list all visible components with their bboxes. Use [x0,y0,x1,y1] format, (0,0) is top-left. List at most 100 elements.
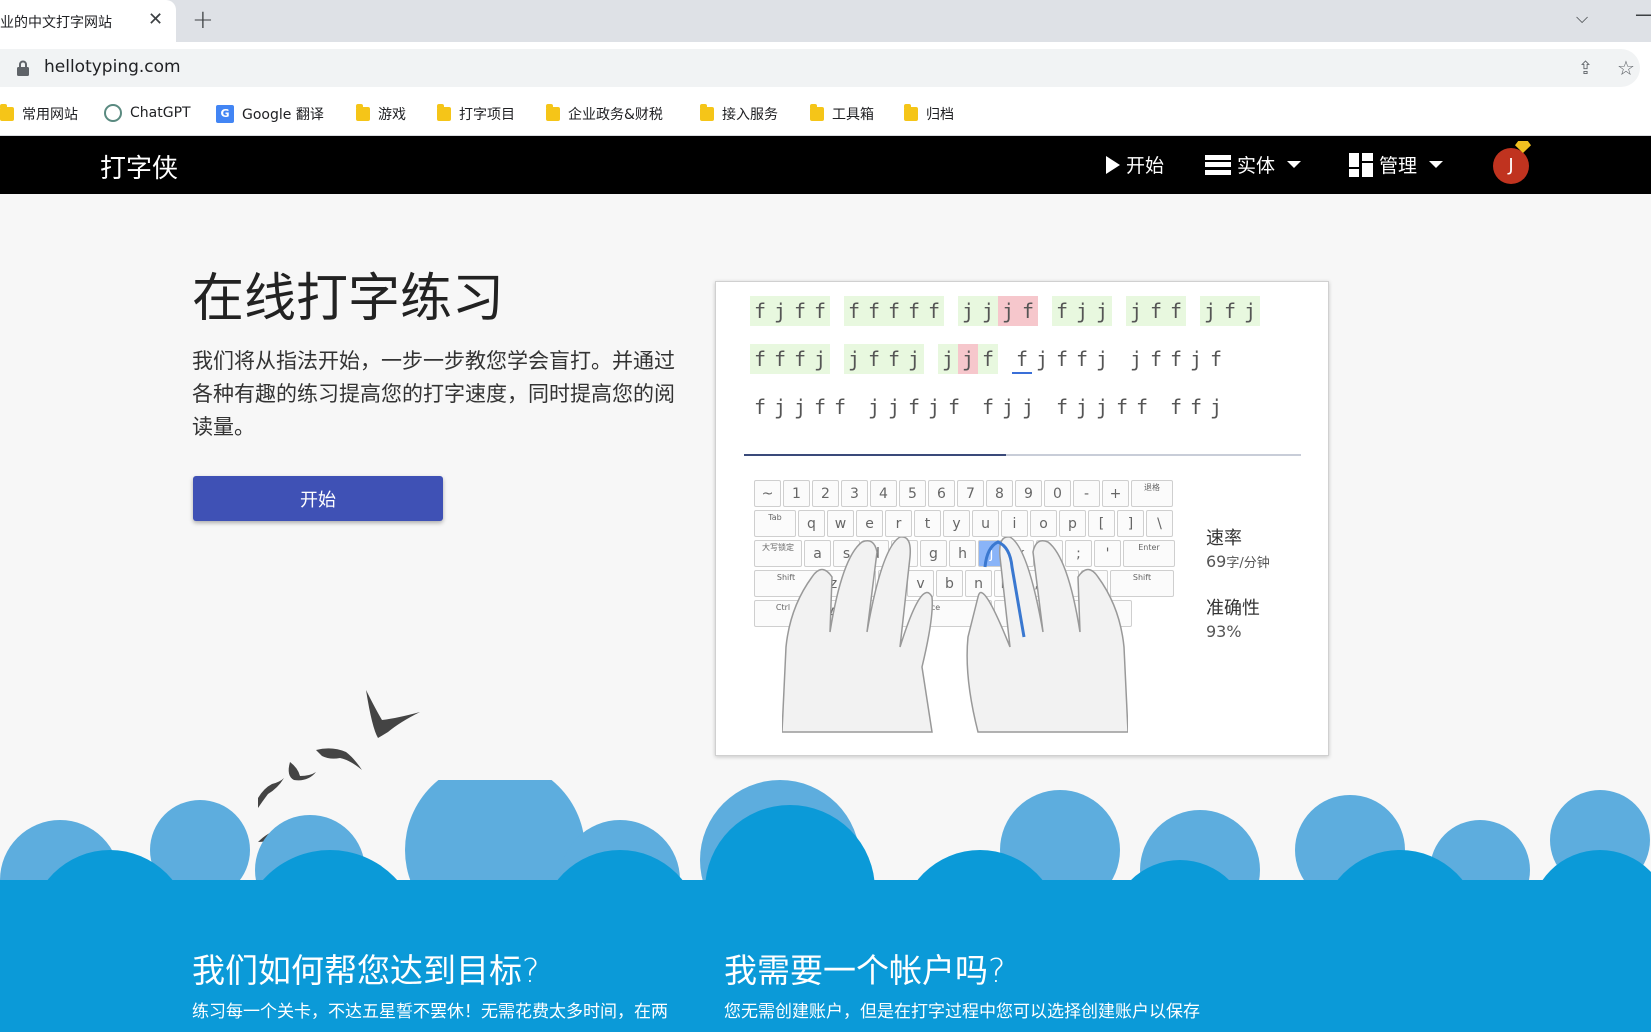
nav-entity-menu[interactable]: 实体 [1205,151,1302,178]
practice-char: j [1092,296,1112,326]
practice-word: fjff [750,296,830,326]
bookmark-star-icon[interactable]: ☆ [1617,56,1635,80]
folder-icon [700,104,714,121]
practice-char: j [1001,395,1015,419]
practice-char: j [904,344,924,374]
bookmark-item[interactable]: 游戏 [356,104,406,124]
practice-space [1038,392,1052,422]
practice-char: j [887,395,901,419]
folder-icon [0,104,14,121]
omnibox[interactable]: hellotyping.com ⇪ ☆ [0,49,1640,87]
bookmark-item[interactable]: 打字项目 [437,104,515,124]
practice-char: f [810,296,830,326]
bookmark-item[interactable]: 工具箱 [810,104,874,124]
nav-start-label: 开始 [1126,155,1165,177]
practice-char: f [844,296,864,326]
start-button[interactable]: 开始 [193,476,443,521]
bookmark-item[interactable]: 归档 [904,104,954,124]
user-avatar[interactable]: J [1493,148,1529,184]
practice-char: j [1200,296,1220,326]
practice-char: j [1129,347,1143,371]
account-heading: 我需要一个帐户吗? [724,951,1006,990]
practice-word: jffjf [1126,344,1226,374]
bookmark-item[interactable]: 常用网站 [0,104,78,124]
keyboard-key: Tab [754,510,796,537]
speed-value: 69字/分钟 [1206,552,1270,571]
server-icon [1205,154,1231,175]
practice-char: j [773,395,787,419]
practice-line: fjjffjjfjffjjfjjffffj [750,392,1226,422]
keyboard-key: p [1059,510,1086,537]
lock-icon[interactable] [16,60,30,76]
practice-char: j [978,296,998,326]
practice-char: f [1055,395,1069,419]
practice-word: fjj [1052,296,1112,326]
minimize-icon[interactable]: — [1635,2,1651,26]
bookmark-item[interactable]: G Google 翻译 [216,104,324,124]
bookmark-item[interactable]: ChatGPT [104,104,191,122]
site-logo[interactable]: 打字侠 [100,148,178,185]
speed-unit: 字/分钟 [1226,556,1270,571]
keyboard-key: r [885,510,912,537]
practice-char: j [1075,395,1089,419]
practice-space [964,392,978,422]
bookmark-label: Google 翻译 [242,107,324,123]
keyboard-key: u [972,510,999,537]
folder-icon [810,104,824,121]
close-tab-icon[interactable]: ✕ [148,9,163,30]
nav-manage-menu[interactable]: 管理 [1349,151,1444,178]
url-text[interactable]: hellotyping.com [44,57,181,77]
practice-char: f [813,395,827,419]
practice-char: f [1209,347,1223,371]
accuracy-value: 93% [1206,622,1242,641]
folder-icon [437,104,451,121]
practice-char: f [770,344,790,374]
keyboard-key: ] [1117,510,1144,537]
practice-char: j [998,296,1018,326]
practice-char: j [927,395,941,419]
practice-char: f [1146,296,1166,326]
practice-char: f [1052,296,1072,326]
bookmark-label: 接入服务 [722,107,778,123]
goal-heading: 我们如何帮您达到目标? [192,951,540,990]
practice-char: j [958,296,978,326]
practice-word: fffff [844,296,944,326]
practice-char: j [1095,347,1109,371]
practice-char: f [1055,347,1069,371]
play-icon [1106,155,1120,174]
hands-illustration [782,537,1128,733]
practice-char: f [1075,347,1089,371]
keyboard-key: i [1001,510,1028,537]
speed-number: 69 [1206,552,1227,571]
practice-char: j [958,344,978,374]
bookmark-label: ChatGPT [130,105,191,121]
practice-char: f [1012,344,1032,374]
practice-char: j [867,395,881,419]
bookmark-item[interactable]: 接入服务 [700,104,778,124]
keyboard-key: o [1030,510,1057,537]
keyboard-key: 7 [957,480,984,507]
keyboard-key: 2 [812,480,839,507]
new-tab-icon[interactable]: + [192,5,214,35]
practice-char: j [793,395,807,419]
tab-title: 业的中文打字网站 [0,15,112,31]
practice-char: f [864,296,884,326]
practice-char: f [1169,347,1183,371]
practice-char: f [753,395,767,419]
keyboard-key: [ [1088,510,1115,537]
practice-word: jjfjf [864,392,964,422]
bookmark-item[interactable]: 企业政务&财税 [546,104,663,124]
practice-char: f [924,296,944,326]
nav-start-link[interactable]: 开始 [1106,151,1164,178]
practice-char: j [1189,347,1203,371]
share-icon[interactable]: ⇪ [1578,58,1593,79]
browser-tab[interactable]: 业的中文打字网站 ✕ [0,0,176,42]
practice-char: f [981,395,995,419]
keyboard-key: ~ [754,480,781,507]
practice-word: fffj [750,344,830,374]
chevron-down-icon[interactable]: ⌵ [1576,8,1588,28]
keyboard-key: - [1073,480,1100,507]
practice-word: fjffj [1012,344,1112,374]
bookmark-label: 企业政务&财税 [568,107,663,123]
keyboard-key: 0 [1044,480,1071,507]
